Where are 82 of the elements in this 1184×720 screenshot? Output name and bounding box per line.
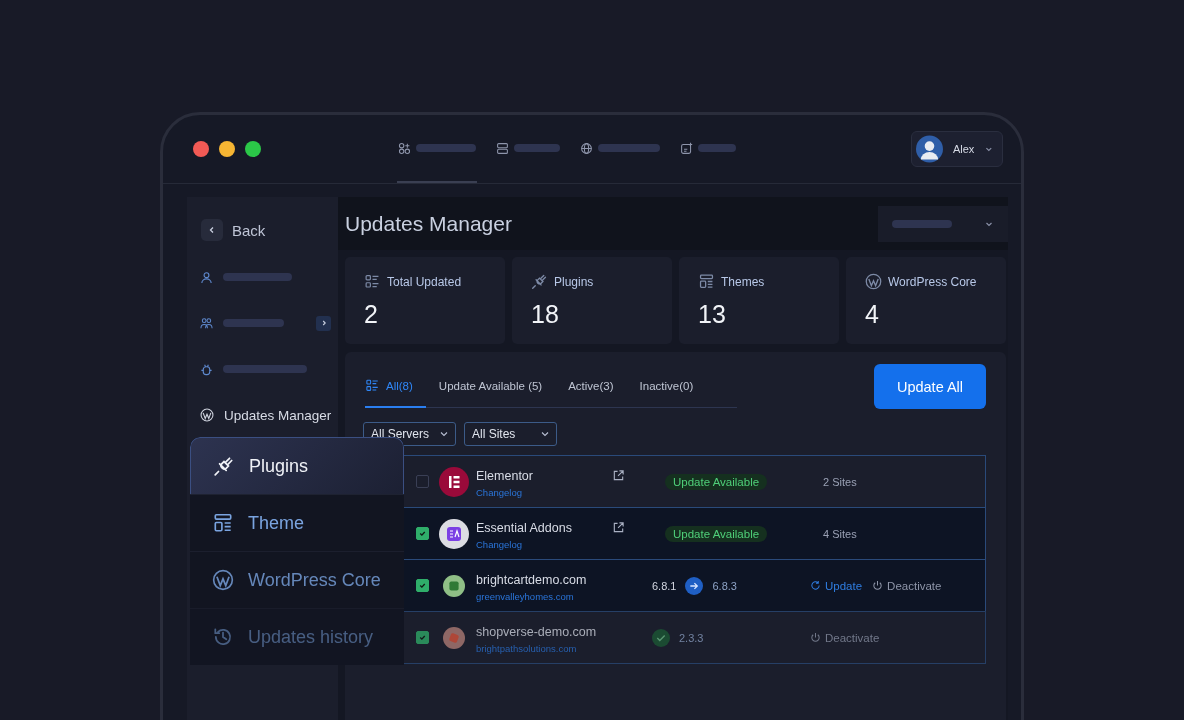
refresh-icon (810, 580, 821, 591)
close-dot[interactable] (193, 141, 209, 157)
stat-label: WordPress Core (888, 274, 977, 289)
stat-label: Plugins (554, 274, 594, 289)
site-favicon-icon (443, 574, 465, 597)
checkbox[interactable] (416, 579, 429, 592)
checkbox[interactable] (416, 475, 429, 488)
site-count: 4 Sites (823, 527, 857, 540)
list-icon (364, 273, 381, 290)
table-row[interactable]: shopverse-demo.com brightpathsolutions.com 2.3.3 Deactivate (403, 611, 986, 664)
checkbox[interactable] (416, 527, 429, 540)
back-label[interactable]: Back (232, 221, 266, 239)
item-name: brightcartdemo.com (476, 572, 587, 587)
maximize-dot[interactable] (245, 141, 261, 157)
external-link-icon[interactable] (612, 521, 625, 534)
user-menu[interactable]: Alex (911, 131, 1003, 167)
checkbox[interactable] (416, 631, 429, 644)
avatar-icon (916, 135, 943, 163)
plug-icon (531, 273, 548, 290)
addon-logo-icon (439, 518, 469, 549)
history-icon (212, 626, 234, 648)
filter-select[interactable]: All Sites (464, 422, 557, 446)
item-name: shopverse-demo.com (476, 624, 597, 639)
expand-button[interactable] (316, 315, 331, 331)
stat-value: 2 (364, 300, 379, 329)
globe-icon (580, 141, 593, 155)
status-badge: Update Available (665, 525, 768, 542)
new-version: 6.8.3 (712, 579, 737, 592)
item-name: Essential Addons (476, 520, 572, 535)
deactivate-link[interactable]: Deactivate (810, 631, 880, 644)
filter-tab[interactable]: All(8) (365, 374, 426, 408)
filter-tab[interactable]: Inactive(0) (639, 374, 707, 408)
apps-icon (398, 141, 411, 155)
filter-tab[interactable]: Active(3) (568, 374, 627, 408)
update-all-button[interactable]: Update All (874, 364, 986, 409)
deactivate-link[interactable]: Deactivate (872, 579, 942, 592)
wordpress-icon (200, 408, 214, 422)
plug-icon (213, 455, 235, 477)
bug-icon (200, 362, 213, 376)
changelog-link[interactable]: Changelog (476, 486, 612, 498)
update-link[interactable]: Update (810, 579, 863, 592)
layout-icon (212, 512, 234, 534)
stat-value: 4 (865, 300, 880, 329)
changelog-link[interactable]: Changelog (476, 538, 612, 550)
site-count: 2 Sites (823, 475, 857, 488)
layout-icon (698, 273, 715, 290)
users-icon (200, 316, 213, 330)
server-icon (496, 141, 509, 155)
wordpress-icon (212, 569, 234, 591)
stat-value: 13 (698, 300, 727, 329)
chevron-down-icon (439, 429, 449, 439)
site-link[interactable]: greenvalleyhomes.com (476, 590, 612, 602)
stat-label: Total Updated (387, 274, 462, 289)
elementor-logo-icon (439, 466, 469, 497)
stat-label: Themes (721, 274, 765, 289)
status-badge: Update Available (665, 473, 768, 490)
site-favicon-icon (443, 626, 465, 649)
version: 2.3.3 (679, 631, 704, 644)
back-button[interactable] (201, 219, 223, 241)
minimize-dot[interactable] (219, 141, 235, 157)
check-icon (418, 529, 427, 538)
user-icon (200, 270, 213, 284)
stat-value: 18 (531, 300, 560, 329)
current-version: 6.8.1 (652, 579, 677, 592)
check-icon (418, 633, 427, 642)
item-name: Elementor (476, 468, 533, 483)
external-link-icon[interactable] (612, 469, 625, 482)
table-row[interactable]: brightcartdemo.com greenvalleyhomes.com 6.8.1 6.8.3 Update Deactivate (403, 559, 986, 611)
filter-tab[interactable]: Update Available (5) (438, 374, 556, 408)
list-icon (365, 378, 380, 393)
page-title: Updates Manager (345, 211, 512, 236)
table-row[interactable]: Essential Addons Changelog Update Available 4 Sites (403, 507, 986, 559)
power-icon (872, 580, 884, 591)
placeholder-bar (223, 319, 284, 327)
sidebar-item[interactable]: Updates Manager (224, 407, 332, 423)
check-icon (418, 581, 427, 590)
chevron-down-icon (540, 429, 550, 439)
check-icon (652, 628, 670, 647)
power-icon (810, 632, 821, 643)
menu-item[interactable]: Plugins (190, 437, 404, 494)
note-add-icon (680, 141, 693, 155)
wordpress-icon (865, 273, 882, 290)
